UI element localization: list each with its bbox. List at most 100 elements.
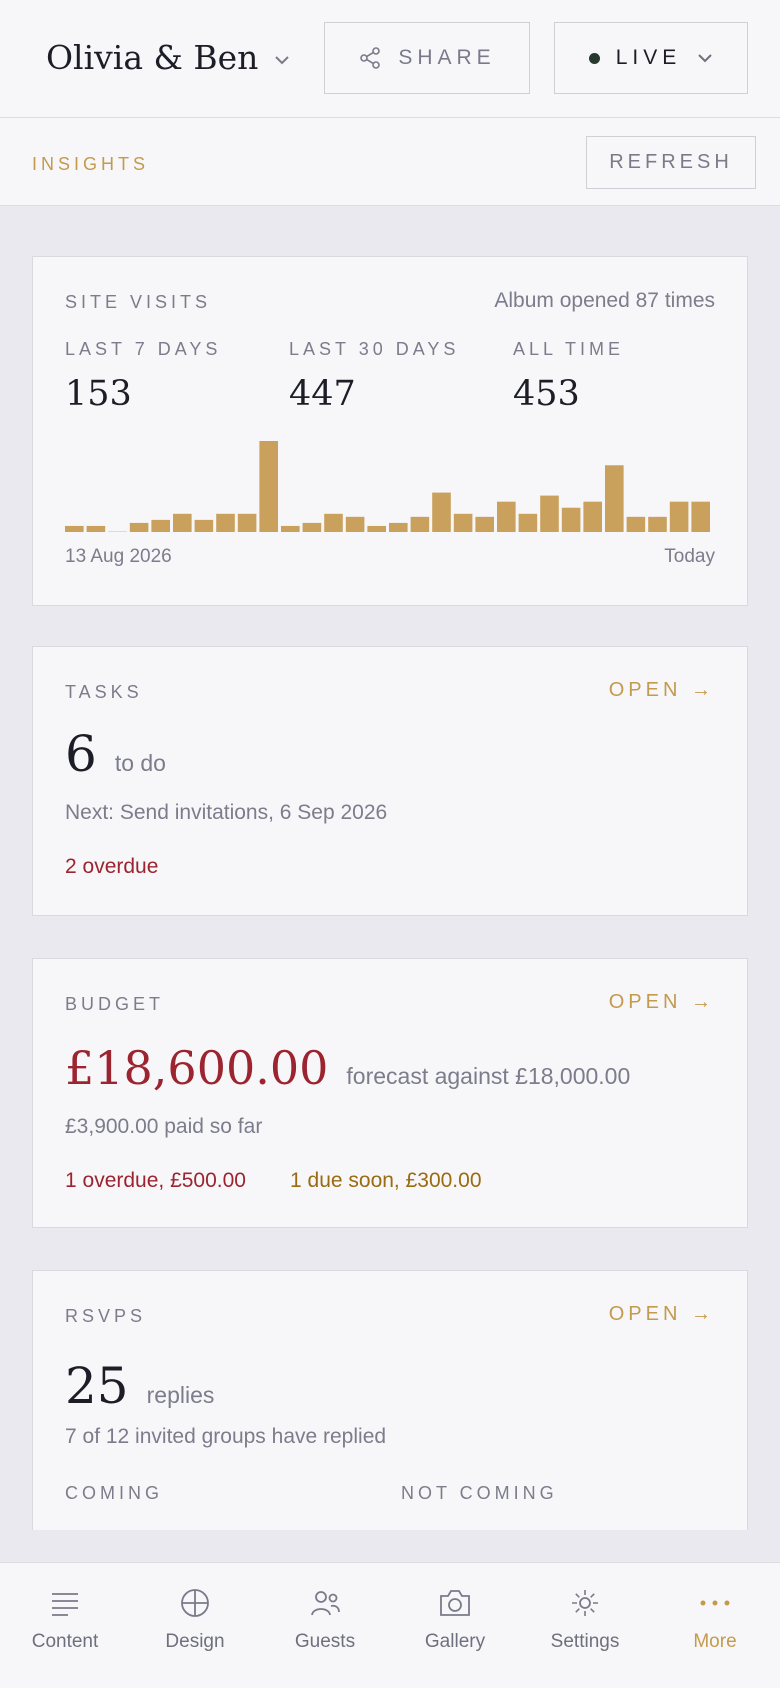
live-status-dropdown[interactable]: LIVE [554,22,748,94]
groups-replied-text: 7 of 12 invited groups have replied [65,1425,387,1448]
stat-label: LAST 30 DAYS [289,339,460,359]
chart-bar [108,531,127,532]
chart-bar [194,519,214,532]
card-title: TASKS [65,682,143,702]
site-visits-card: SITE VISITS Album opened 87 times LAST 7… [32,256,748,606]
chart-bar [237,513,257,532]
forecast-suffix: forecast against £18,000.00 [346,1063,631,1089]
nav-design[interactable]: Design [135,1585,255,1653]
budget-card: BUDGET OPEN → £18,600.00 forecast agains… [32,958,748,1228]
chart-bar [540,495,559,532]
live-label: LIVE [615,46,682,69]
chart-bar [432,492,451,532]
rsvps-open-link[interactable]: OPEN → [609,1303,715,1326]
nav-label: Design [165,1631,225,1652]
share-label: SHARE [398,46,496,69]
sun-gear-icon [569,1585,601,1621]
chart-bar [65,525,84,532]
card-title: BUDGET [65,994,165,1014]
chart-bar [583,501,602,532]
dots-icon [699,1585,731,1621]
chart-end-label: Today [664,546,715,567]
nav-gallery[interactable]: Gallery [395,1585,515,1653]
chart-bar [389,522,408,532]
chart-bar [669,501,689,532]
budget-due-soon-text: 1 due soon, £300.00 [290,1169,482,1192]
camera-icon [438,1585,472,1621]
chart-bar [691,501,710,532]
section-title: INSIGHTS [32,154,150,174]
tasks-count-row: 6 to do [65,725,166,783]
nav-label: More [693,1631,737,1652]
chart-bar [324,513,343,532]
chevron-down-icon [275,55,290,64]
globe-icon [179,1585,211,1621]
budget-forecast-row: £18,600.00 forecast against £18,000.00 [65,1041,630,1095]
nav-more[interactable]: More [655,1585,775,1653]
lines-icon [50,1585,80,1621]
not-coming-label: NOT COMING [401,1483,558,1503]
nav-settings[interactable]: Settings [525,1585,645,1653]
stat-label: LAST 7 DAYS [65,339,222,359]
chart-bar [151,519,170,532]
nav-label: Gallery [424,1631,486,1652]
share-icon [360,47,381,69]
chart-bar [129,522,149,532]
tasks-count: 6 [65,725,97,783]
coming-label: COMING [65,1483,163,1503]
tasks-overdue-text: 2 overdue [65,855,159,878]
rsvps-count: 25 [65,1357,129,1415]
sub-header: INSIGHTS REFRESH [0,118,780,206]
next-task-text: Next: Send invitations, 6 Sep 2026 [65,801,388,824]
chart-bar [216,513,235,532]
budget-open-link[interactable]: OPEN → [609,991,715,1014]
chart-bar [561,507,581,532]
stat-last-30-days: LAST 30 DAYS 447 [289,339,459,414]
chart-bar [453,513,473,532]
rsvps-card: RSVPS OPEN → 25 replies 7 of 12 invited … [32,1270,748,1530]
top-bar: Olivia & Ben SHARE LIVE [0,0,780,118]
tasks-card: TASKS OPEN → 6 to do Next: Send invitati… [32,646,748,916]
chart-bar [281,525,300,532]
stat-label: ALL TIME [513,339,625,359]
rsvps-count-row: 25 replies [65,1357,214,1415]
forecast-amount: £18,600.00 [65,1041,329,1095]
share-button[interactable]: SHARE [324,22,530,94]
album-opened-text: Album opened 87 times [494,289,715,312]
chart-bar [497,501,516,532]
card-title: RSVPS [65,1306,147,1326]
chart-bar [626,516,646,532]
chevron-down-icon [698,54,712,63]
tasks-count-suffix: to do [114,750,166,776]
chart-bar [302,522,322,532]
nav-guests[interactable]: Guests [265,1585,385,1653]
people-icon [309,1585,341,1621]
nav-content[interactable]: Content [5,1585,125,1653]
bottom-navigation: Content Design Guests Gallery Settings M… [0,1562,780,1688]
nav-label: Guests [294,1631,356,1652]
chart-bar [518,513,538,532]
paid-text: £3,900.00 paid so far [65,1115,263,1138]
chart-bar [475,516,494,532]
nav-label: Content [31,1631,99,1652]
stat-last-7-days: LAST 7 DAYS 153 [65,339,221,414]
chart-bar [367,525,386,532]
refresh-button[interactable]: REFRESH [586,136,756,189]
card-title: SITE VISITS [65,292,212,312]
couple-name: Olivia & Ben [46,38,259,77]
rsvps-count-suffix: replies [146,1382,215,1408]
live-status-dot [588,52,600,64]
visits-bar-chart [65,441,710,532]
chart-bar [345,516,365,532]
chart-bar [410,516,430,532]
nav-label: Settings [550,1631,620,1652]
chart-bar [648,516,667,532]
chart-bar [259,441,278,532]
tasks-open-link[interactable]: OPEN → [609,679,715,702]
chart-bar [86,525,106,532]
site-switcher[interactable]: Olivia & Ben [46,38,290,77]
stat-all-time: ALL TIME 453 [513,339,624,414]
chart-bar [605,465,624,532]
budget-overdue-text: 1 overdue, £500.00 [65,1169,246,1192]
chart-bar [173,513,192,532]
